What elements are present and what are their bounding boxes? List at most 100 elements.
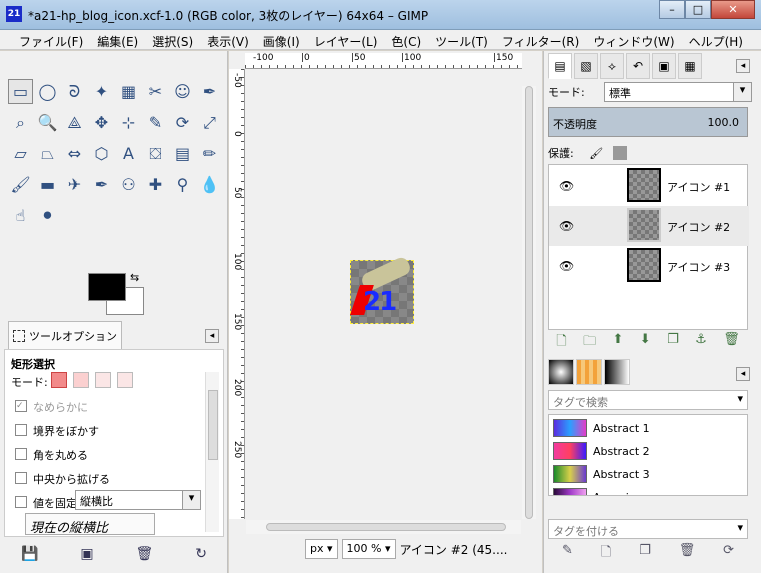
option-checkbox[interactable] — [15, 424, 27, 436]
clone-icon[interactable]: ⚇ — [116, 172, 141, 197]
new-layer-icon[interactable]: 🗋 — [556, 332, 566, 354]
new-group-icon[interactable]: 🗀 — [583, 332, 596, 354]
align-icon[interactable]: ⊹ — [116, 110, 141, 135]
tab-undo[interactable]: ↶ — [626, 53, 650, 79]
layer-row[interactable]: 👁 アイコン #3 — [549, 246, 749, 286]
perspective-clone-icon[interactable]: ⚲ — [170, 172, 195, 197]
panel-menu-button[interactable]: ◂ — [736, 59, 750, 73]
delete-layer-icon[interactable]: 🗑 — [723, 332, 740, 354]
canvas-hscrollbar[interactable] — [246, 520, 521, 534]
reset-icon[interactable]: ↻ — [195, 546, 207, 562]
gradient-item[interactable]: Abstract 1 — [553, 418, 723, 438]
foreground-color-swatch[interactable] — [88, 273, 126, 301]
color-select-icon[interactable]: ▦ — [116, 79, 141, 104]
mode-intersect-button[interactable] — [117, 372, 133, 388]
fixed-mode-combo[interactable]: 縦横比 ▾ — [75, 490, 201, 510]
tab-tool-options[interactable]: ツールオプション — [8, 321, 122, 349]
tab-gradients[interactable] — [604, 359, 630, 385]
opacity-slider[interactable]: 不透明度 100.0 — [548, 107, 748, 137]
option-checkbox[interactable] — [15, 496, 27, 508]
maximize-button[interactable]: □ — [685, 0, 711, 19]
refresh-icon[interactable]: ⟳ — [723, 543, 734, 565]
gradient-item[interactable]: Aneurism — [553, 487, 723, 495]
menu-layer[interactable]: レイヤー(L) — [307, 30, 385, 49]
text-icon[interactable]: A — [116, 141, 141, 166]
eye-icon[interactable]: 👁 — [559, 179, 574, 193]
option-checkbox[interactable]: ✓ — [15, 400, 27, 412]
delete-icon[interactable]: 🗑 — [136, 546, 154, 562]
mode-subtract-button[interactable] — [95, 372, 111, 388]
menu-select[interactable]: 選択(S) — [145, 30, 200, 49]
ellipse-select-icon[interactable]: ◯ — [35, 79, 60, 104]
layer-row[interactable]: 👁 アイコン #1 — [549, 166, 749, 206]
panel-menu-button[interactable]: ◂ — [205, 329, 219, 343]
rotate-icon[interactable]: ⟳ — [170, 110, 195, 135]
options-scrollbar[interactable] — [205, 372, 219, 532]
mode-add-button[interactable] — [73, 372, 89, 388]
measure-icon[interactable]: ⟁ — [62, 110, 87, 135]
foreground-select-icon[interactable]: ☺ — [170, 79, 195, 104]
gradient-item[interactable]: Abstract 3 — [553, 464, 723, 484]
image-canvas[interactable]: 21 — [350, 255, 414, 324]
option-checkbox[interactable] — [15, 472, 27, 484]
lasso-icon[interactable]: ᘐ — [62, 79, 87, 104]
flip-icon[interactable]: ⇔ — [62, 141, 87, 166]
ratio-field[interactable]: 現在の縦横比 — [25, 513, 155, 536]
canvas-view[interactable]: 21 — [246, 70, 521, 520]
paths-icon[interactable]: ✒ — [197, 79, 222, 104]
tab-paths[interactable]: ⟡ — [600, 53, 624, 79]
fuzzy-select-icon[interactable]: ✦ — [89, 79, 114, 104]
duplicate-layer-icon[interactable]: ❐ — [667, 332, 679, 354]
blend-icon[interactable]: ▤ — [170, 141, 195, 166]
restore-icon[interactable]: ▣ — [80, 546, 93, 562]
dodge-burn-icon[interactable]: ⚫ — [35, 203, 60, 228]
zoom-select[interactable]: 100 % ▾ — [341, 539, 396, 559]
crop-icon[interactable]: ✎ — [143, 110, 168, 135]
menu-image[interactable]: 画像(I) — [256, 30, 307, 49]
rect-select-icon[interactable]: ▭ — [8, 79, 33, 104]
raise-layer-icon[interactable]: ⬆ — [612, 332, 623, 354]
minimize-button[interactable]: – — [659, 0, 685, 19]
eraser-icon[interactable]: ▬ — [35, 172, 60, 197]
anchor-layer-icon[interactable]: ⚓ — [695, 332, 707, 354]
menu-tools[interactable]: ツール(T) — [428, 30, 495, 49]
menu-windows[interactable]: ウィンドウ(W) — [586, 30, 681, 49]
lock-alpha-icon[interactable] — [612, 146, 627, 160]
blur-icon[interactable]: 💧 — [197, 172, 222, 197]
layer-row[interactable]: 👁 アイコン #2 — [549, 206, 749, 246]
paintbrush-icon[interactable]: 🖌 — [8, 172, 33, 197]
option-checkbox[interactable] — [15, 448, 27, 460]
panel-menu-button[interactable]: ◂ — [736, 367, 750, 381]
close-button[interactable]: ✕ — [711, 0, 755, 19]
tab-images[interactable]: ▦ — [678, 53, 702, 79]
scissors-icon[interactable]: ✂ — [143, 79, 168, 104]
perspective-icon[interactable]: ⏢ — [35, 141, 60, 166]
tab-brushes[interactable]: ▣ — [652, 53, 676, 79]
gradient-item[interactable]: Abstract 2 — [553, 441, 723, 461]
tab-layers[interactable]: ▤ — [548, 53, 572, 79]
tag-search-combo[interactable]: タグで検索 ▾ — [548, 390, 748, 410]
lower-layer-icon[interactable]: ⬇ — [640, 332, 651, 354]
menu-edit[interactable]: 編集(E) — [90, 30, 145, 49]
tag-add-field[interactable]: タグを付ける ▾ — [548, 519, 748, 539]
eye-icon[interactable]: 👁 — [559, 259, 574, 273]
menu-filters[interactable]: フィルター(R) — [495, 30, 586, 49]
layer-mode-combo[interactable]: 標準 ▾ — [604, 82, 752, 102]
duplicate-gradient-icon[interactable]: ❐ — [639, 543, 651, 565]
heal-icon[interactable]: ✚ — [143, 172, 168, 197]
shear-icon[interactable]: ▱ — [8, 141, 33, 166]
menu-colors[interactable]: 色(C) — [384, 30, 428, 49]
zoom-icon[interactable]: 🔍 — [35, 110, 60, 135]
ink-icon[interactable]: ✒ — [89, 172, 114, 197]
move-icon[interactable]: ✥ — [89, 110, 114, 135]
tab-brushes-2[interactable] — [548, 359, 574, 385]
tab-channels[interactable]: ▧ — [574, 53, 598, 79]
airbrush-icon[interactable]: ✈ — [62, 172, 87, 197]
edit-gradient-icon[interactable]: ✎ — [562, 543, 573, 565]
pencil-icon[interactable]: ✏ — [197, 141, 222, 166]
eye-icon[interactable]: 👁 — [559, 219, 574, 233]
scale-icon[interactable]: ⤢ — [197, 110, 222, 135]
bucket-fill-icon[interactable]: ⛋ — [143, 141, 168, 166]
delete-gradient-icon[interactable]: 🗑 — [679, 543, 696, 565]
save-icon[interactable]: 💾 — [21, 546, 38, 562]
